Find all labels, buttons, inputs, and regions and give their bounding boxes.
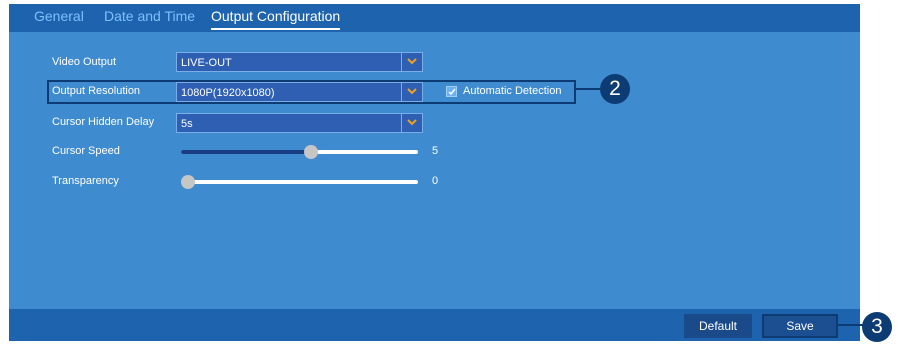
callout-3-line [838, 324, 864, 326]
output-resolution-dropdown[interactable]: 1080P(1920x1080) [176, 82, 423, 102]
video-output-dropdown[interactable]: LIVE-OUT [176, 52, 423, 72]
chevron-down-icon[interactable] [401, 83, 422, 101]
callout-3-badge: 3 [862, 312, 892, 342]
tab-output-configuration[interactable]: Output Configuration [211, 6, 341, 30]
output-configuration-panel: General Date and Time Output Configurati… [9, 4, 860, 341]
automatic-detection-label: Automatic Detection [463, 85, 562, 97]
default-button[interactable]: Default [684, 314, 752, 338]
chevron-down-icon[interactable] [401, 53, 422, 71]
cursor-hidden-delay-value: 5s [181, 118, 193, 130]
cursor-hidden-delay-dropdown[interactable]: 5s [176, 113, 423, 133]
tab-bar: General Date and Time Output Configurati… [9, 4, 860, 32]
output-resolution-label: Output Resolution [52, 85, 141, 97]
cursor-speed-thumb[interactable] [304, 145, 319, 159]
callout-2-line [576, 88, 600, 90]
tab-general[interactable]: General [34, 6, 84, 28]
transparency-slider[interactable] [181, 175, 418, 189]
video-output-value: LIVE-OUT [181, 57, 232, 69]
video-output-label: Video Output [52, 56, 117, 68]
transparency-value: 0 [432, 175, 439, 187]
cursor-speed-label: Cursor Speed [52, 145, 120, 157]
transparency-thumb[interactable] [181, 175, 195, 189]
automatic-detection-checkbox[interactable] [446, 86, 457, 97]
tab-date-and-time[interactable]: Date and Time [104, 6, 195, 28]
save-button[interactable]: Save [762, 314, 838, 338]
cursor-speed-fill [181, 150, 312, 154]
transparency-label: Transparency [52, 175, 119, 187]
output-resolution-value: 1080P(1920x1080) [181, 87, 275, 99]
cursor-speed-value: 5 [432, 145, 439, 157]
callout-2-badge: 2 [600, 74, 630, 104]
cursor-hidden-delay-label: Cursor Hidden Delay [52, 116, 155, 128]
chevron-down-icon[interactable] [401, 114, 422, 132]
footer-bar: Default Save [9, 309, 860, 341]
cursor-speed-slider[interactable] [181, 145, 418, 159]
